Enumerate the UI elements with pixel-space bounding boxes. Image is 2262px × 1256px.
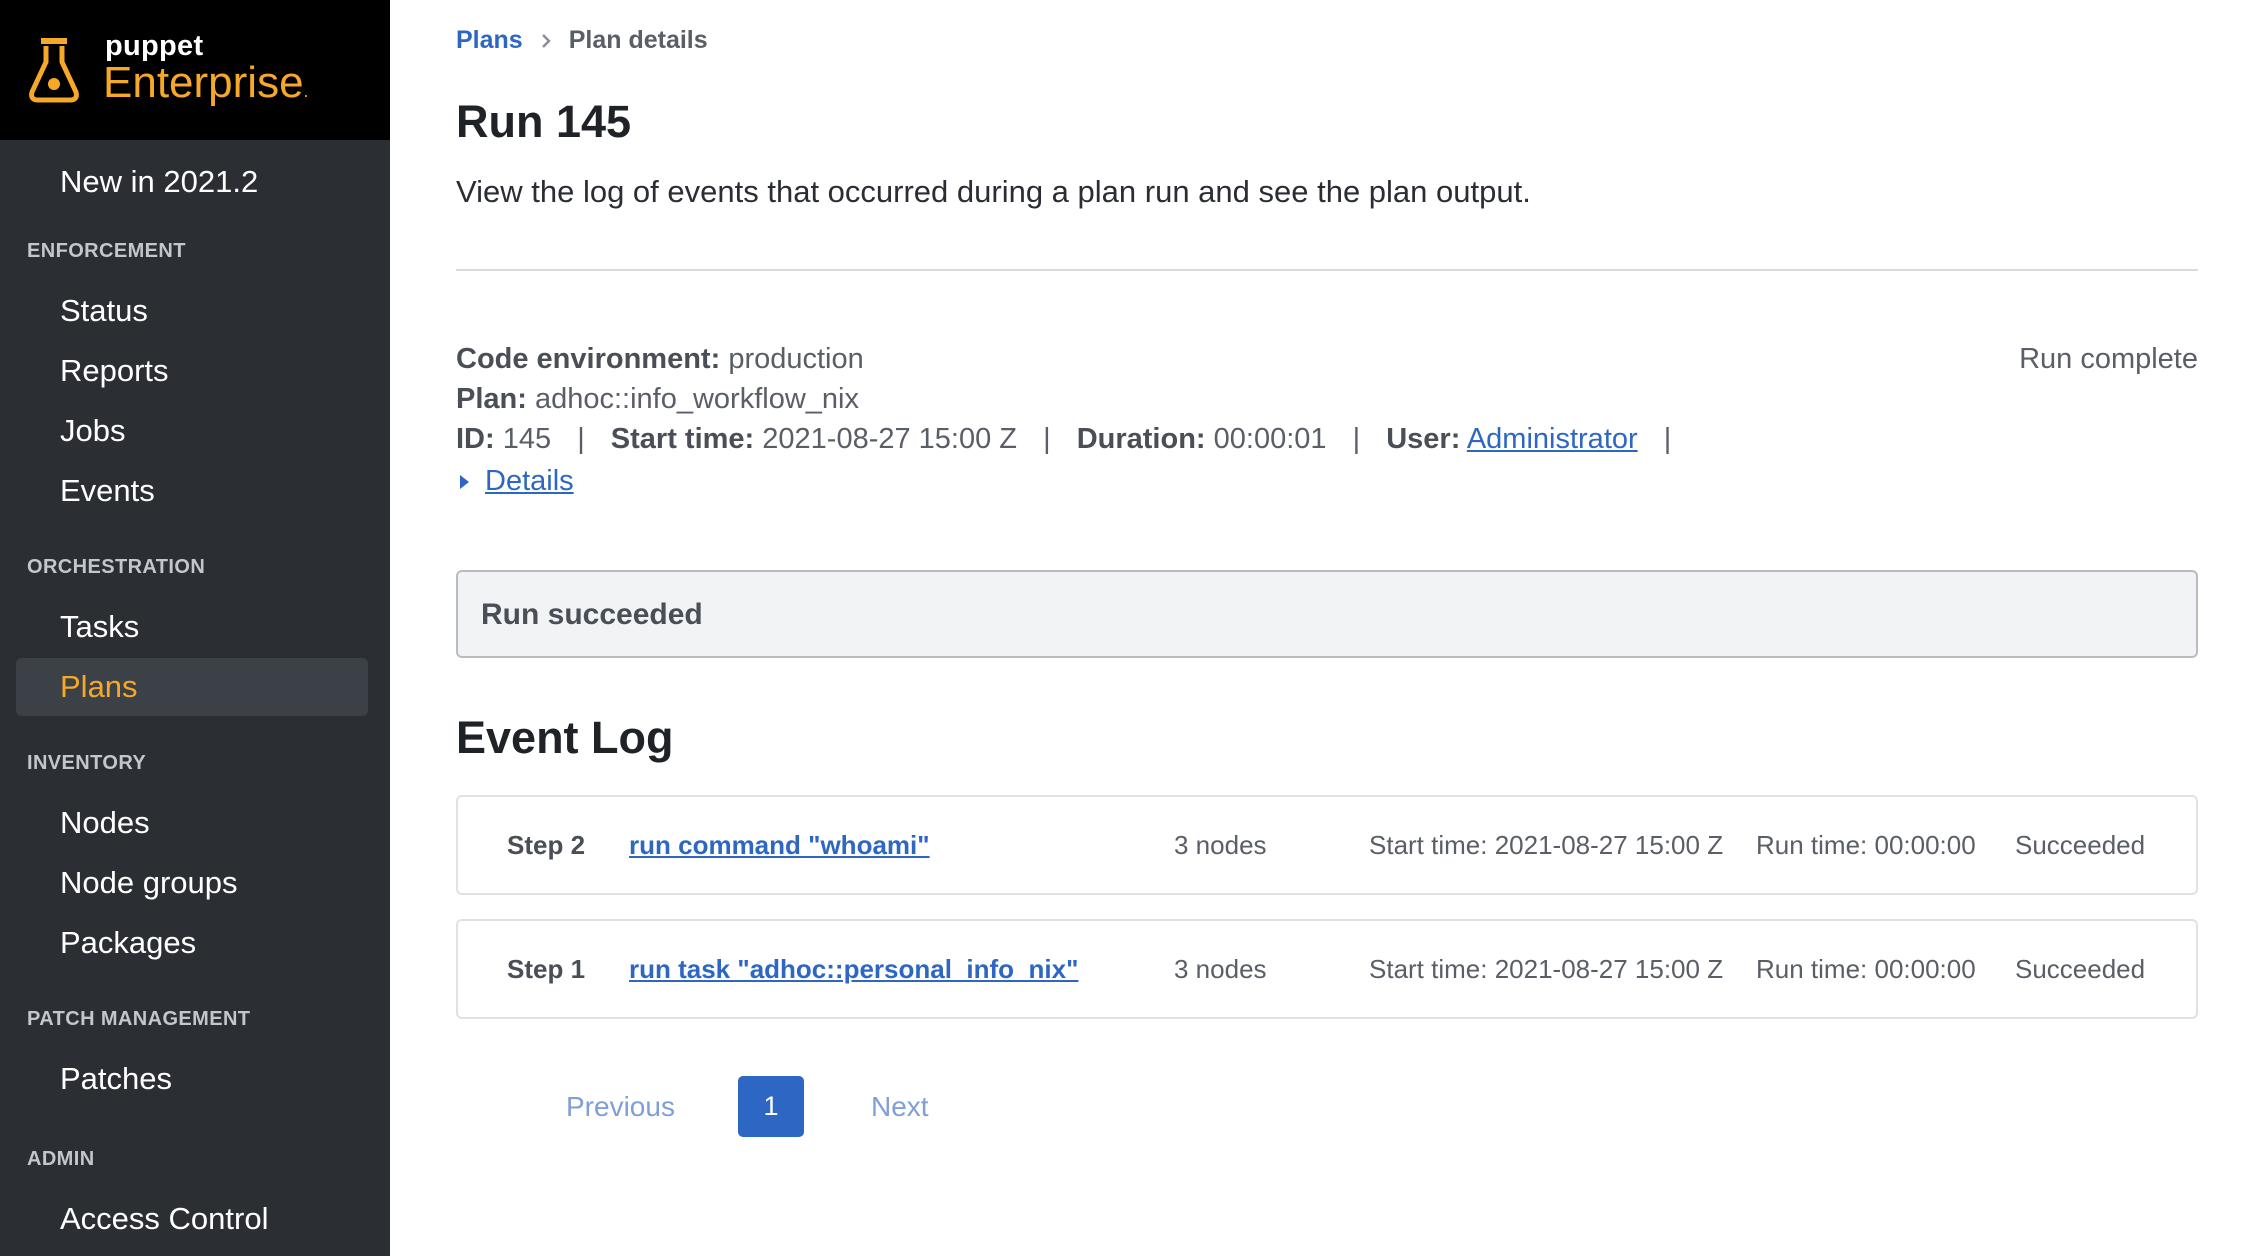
separator: | [1663,423,1672,455]
event-log-title: Event Log [456,712,674,763]
alert-text: Run succeeded [481,598,703,631]
step-start-time: Start time: 2021-08-27 15:00 Z [1369,954,1724,984]
run-info-row: ID: 145 | Start time: 2021-08-27 15:00 Z… [456,423,1689,456]
step-run-time: Run time: 00:00:00 [1756,954,1976,984]
separator: | [1352,423,1361,455]
page-description: View the log of events that occurred dur… [456,174,1531,209]
sidebar-item-node-groups[interactable]: Node groups [16,854,368,912]
step-number: Step 1 [507,954,586,984]
step-link[interactable]: run task "adhoc::personal_info_nix" [629,954,1078,985]
previous-page-button[interactable]: Previous [566,1091,675,1123]
sidebar-item-access-control[interactable]: Access Control [16,1190,368,1248]
sidebar-item-jobs[interactable]: Jobs [16,402,368,460]
step-start-time: Start time: 2021-08-27 15:00 Z [1369,830,1724,860]
sidebar-heading-orchestration: ORCHESTRATION [27,556,206,578]
step-nodes: 3 nodes [1174,830,1267,860]
main-content: Plans Plan details Run 145 View the log … [456,0,2198,1256]
plan-row: Plan: adhoc::info_workflow_nix [456,383,859,416]
sidebar-item-nodes[interactable]: Nodes [16,794,368,852]
start-time-label: Start time: [610,423,755,455]
brand-header[interactable]: puppet Enterprise. [0,0,390,140]
sidebar-heading-enforcement: ENFORCEMENT [27,240,186,262]
id-value: 145 [502,423,552,455]
separator: | [1043,423,1051,455]
step-nodes: 3 nodes [1174,954,1267,984]
user-label: User: [1386,423,1461,455]
step-number: Step 2 [507,830,586,860]
sidebar-heading-admin: ADMIN [27,1148,95,1170]
sidebar-item-tasks[interactable]: Tasks [16,598,368,656]
pagination: Previous 1 Next [456,1076,1056,1138]
breadcrumb-plans-link[interactable]: Plans [456,26,523,55]
event-step-card: Step 2 run command "whoami" 3 nodes Star… [456,795,2198,895]
separator: | [577,423,585,455]
brand-enterprise-text: Enterprise. [103,58,309,107]
chevron-right-icon [541,33,551,48]
sidebar: puppet Enterprise. New in 2021.2 ENFORCE… [0,0,390,1256]
details-link[interactable]: Details [485,465,574,498]
code-environment-label: Code environment: [456,343,721,375]
step-run-time: Run time: 00:00:00 [1756,830,1976,860]
breadcrumb: Plans Plan details [456,26,708,55]
step-link[interactable]: run command "whoami" [629,830,930,861]
caret-right-icon [460,474,469,489]
code-environment-value: production [728,343,864,375]
code-environment-row: Code environment: production [456,343,864,376]
run-status-text: Run complete [2019,343,2198,375]
breadcrumb-current: Plan details [568,26,708,54]
plan-label: Plan: [456,383,527,415]
flask-logo-icon [29,38,79,103]
event-step-card: Step 1 run task "adhoc::personal_info_ni… [456,919,2198,1019]
step-status: Succeeded [2015,830,2146,860]
sidebar-item-new-in-release[interactable]: New in 2021.2 [16,153,368,211]
sidebar-item-events[interactable]: Events [16,462,368,520]
user-link[interactable]: Administrator [1467,423,1638,455]
details-toggle[interactable]: Details [456,465,574,498]
sidebar-item-packages[interactable]: Packages [16,914,368,972]
start-time-value: 2021-08-27 15:00 Z [762,423,1018,455]
sidebar-item-status[interactable]: Status [16,282,368,340]
step-status: Succeeded [2015,954,2146,984]
sidebar-item-plans[interactable]: Plans [16,658,368,716]
page-1-button[interactable]: 1 [738,1076,804,1137]
sidebar-item-patches[interactable]: Patches [16,1050,368,1108]
sidebar-heading-patch-management: PATCH MANAGEMENT [27,1008,251,1030]
page-title: Run 145 [456,96,632,147]
run-result-alert: Run succeeded [456,570,2198,658]
divider [456,269,2198,271]
sidebar-item-reports[interactable]: Reports [16,342,368,400]
id-label: ID: [456,423,495,455]
next-page-button[interactable]: Next [871,1091,929,1123]
duration-value: 00:00:01 [1213,423,1327,455]
plan-value: adhoc::info_workflow_nix [534,383,859,415]
duration-label: Duration: [1076,423,1206,455]
sidebar-heading-inventory: INVENTORY [27,752,147,774]
